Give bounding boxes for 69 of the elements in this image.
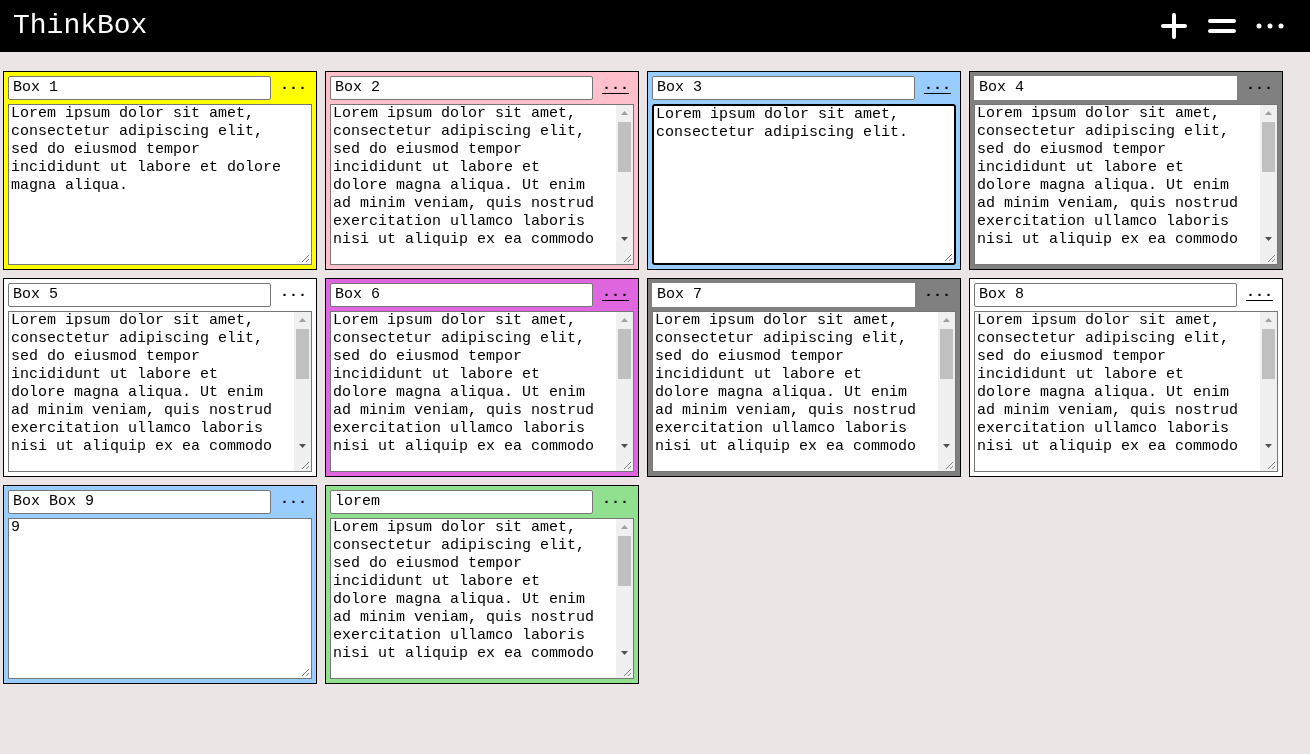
title-field[interactable]: Box 3 [652, 76, 915, 100]
add-button[interactable] [1158, 10, 1190, 42]
note-text: Lorem ipsum dolor sit amet, consectetur adipiscing elit, sed do eiusmod tempor incididunt ut labore et dolore magna aliqua. Ut enim ad minim veniam, quis nostrud exercitation ullamco laboris nisi ut aliquip ex ea commodo [332, 105, 596, 249]
title-field[interactable]: lorem [330, 490, 593, 514]
note-text: Lorem ipsum dolor sit amet, consectetur adipiscing elit. [655, 106, 910, 142]
card-menu-button[interactable]: ··· [275, 80, 312, 96]
title-field[interactable]: Box 8 [974, 283, 1237, 307]
note-text: Lorem ipsum dolor sit amet, consectetur adipiscing elit, sed do eiusmod tempor incididunt ut labore et dolore magna aliqua. Ut enim ad minim veniam, quis nostrud exercitation ullamco laboris nisi ut aliquip ex ea commodo [10, 312, 274, 456]
title-field[interactable]: Box 1 [8, 76, 271, 100]
equals-icon [1208, 17, 1236, 35]
card-menu-button[interactable]: ··· [597, 80, 634, 96]
scrollbar[interactable] [938, 312, 955, 471]
note-text: Lorem ipsum dolor sit amet, consectetur adipiscing elit, sed do eiusmod tempor incididunt ut labore et dolore magna aliqua. Ut enim ad minim veniam, quis nostrud exercitation ullamco laboris nisi ut aliquip ex ea commodo [654, 312, 918, 456]
note-text-area[interactable] [652, 311, 956, 472]
more-icon [1256, 23, 1284, 29]
note-text: Lorem ipsum dolor sit amet, consectetur adipiscing elit, sed do eiusmod tempor incididunt ut labore et dolore magna aliqua. Ut enim ad minim veniam, quis nostrud exercitation ullamco laboris nisi ut aliquip ex ea commodo [976, 312, 1240, 456]
card-menu-button[interactable]: ··· [919, 287, 956, 303]
resize-grip-icon[interactable] [301, 461, 310, 470]
title-field[interactable]: Box 6 [330, 283, 593, 307]
resize-grip-icon[interactable] [623, 668, 632, 677]
card-menu-button[interactable]: ··· [919, 80, 956, 96]
note-text-area[interactable]: 9 [8, 518, 312, 679]
card-menu-button[interactable]: ··· [597, 494, 634, 510]
scroll-thumb[interactable] [1262, 122, 1275, 172]
note-text-area[interactable] [974, 311, 1278, 472]
title-field[interactable]: Box 5 [8, 283, 271, 307]
resize-grip-icon[interactable] [944, 253, 953, 262]
app-title: ThinkBox [13, 9, 148, 43]
note-text: 9 [10, 519, 21, 537]
scroll-thumb[interactable] [940, 329, 953, 379]
note-text-area[interactable]: Lorem ipsum dolor sit amet, consectetur adipiscing elit. [652, 104, 956, 265]
note-text: Lorem ipsum dolor sit amet, consectetur adipiscing elit, sed do eiusmod tempor incididunt ut labore et dolore magna aliqua. Ut enim ad minim veniam, quis nostrud exercitation ullamco laboris nisi ut aliquip ex ea commodo [332, 519, 596, 663]
title-field[interactable]: Box 4 [974, 76, 1237, 100]
note-text: Lorem ipsum dolor sit amet, consectetur adipiscing elit, sed do eiusmod tempor incididunt ut labore et dolore magna aliqua. [10, 105, 283, 195]
scrollbar[interactable] [1260, 312, 1277, 471]
card-menu-button[interactable]: ··· [275, 494, 312, 510]
resize-grip-icon[interactable] [301, 254, 310, 263]
title-field[interactable]: Box 7 [652, 283, 915, 307]
scrollbar[interactable] [616, 312, 633, 471]
note-text-area[interactable] [330, 311, 634, 472]
scrollbar[interactable] [616, 519, 633, 678]
note-text-area[interactable] [330, 104, 634, 265]
plus-icon [1161, 13, 1187, 39]
resize-grip-icon[interactable] [1267, 461, 1276, 470]
note-text-area[interactable] [8, 311, 312, 472]
resize-grip-icon[interactable] [623, 461, 632, 470]
scrollbar[interactable] [1260, 105, 1277, 264]
scroll-thumb[interactable] [618, 536, 631, 586]
scroll-thumb[interactable] [618, 122, 631, 172]
resize-grip-icon[interactable] [1267, 254, 1276, 263]
note-text-area[interactable] [330, 518, 634, 679]
scroll-thumb[interactable] [296, 329, 309, 379]
scroll-thumb[interactable] [618, 329, 631, 379]
card-menu-button[interactable]: ··· [1241, 80, 1278, 96]
title-field[interactable]: Box Box 9 [8, 490, 271, 514]
resize-grip-icon[interactable] [301, 668, 310, 677]
note-text: Lorem ipsum dolor sit amet, consectetur adipiscing elit, sed do eiusmod tempor incididunt ut labore et dolore magna aliqua. Ut enim ad minim veniam, quis nostrud exercitation ullamco laboris nisi ut aliquip ex ea commodo [976, 105, 1240, 249]
scrollbar[interactable] [616, 105, 633, 264]
title-field[interactable]: Box 2 [330, 76, 593, 100]
note-text: Lorem ipsum dolor sit amet, consectetur adipiscing elit, sed do eiusmod tempor incididunt ut labore et dolore magna aliqua. Ut enim ad minim veniam, quis nostrud exercitation ullamco laboris nisi ut aliquip ex ea commodo [332, 312, 596, 456]
card-menu-button[interactable]: ··· [597, 287, 634, 303]
scroll-thumb[interactable] [1262, 329, 1275, 379]
card-menu-button[interactable]: ··· [1241, 287, 1278, 303]
card-menu-button[interactable]: ··· [275, 287, 312, 303]
scrollbar[interactable] [294, 312, 311, 471]
resize-grip-icon[interactable] [945, 461, 954, 470]
note-text-area[interactable] [974, 104, 1278, 265]
resize-grip-icon[interactable] [623, 254, 632, 263]
note-text-area[interactable]: Lorem ipsum dolor sit amet, consectetur adipiscing elit, sed do eiusmod tempor incididunt ut labore et dolore magna aliqua. [8, 104, 312, 265]
